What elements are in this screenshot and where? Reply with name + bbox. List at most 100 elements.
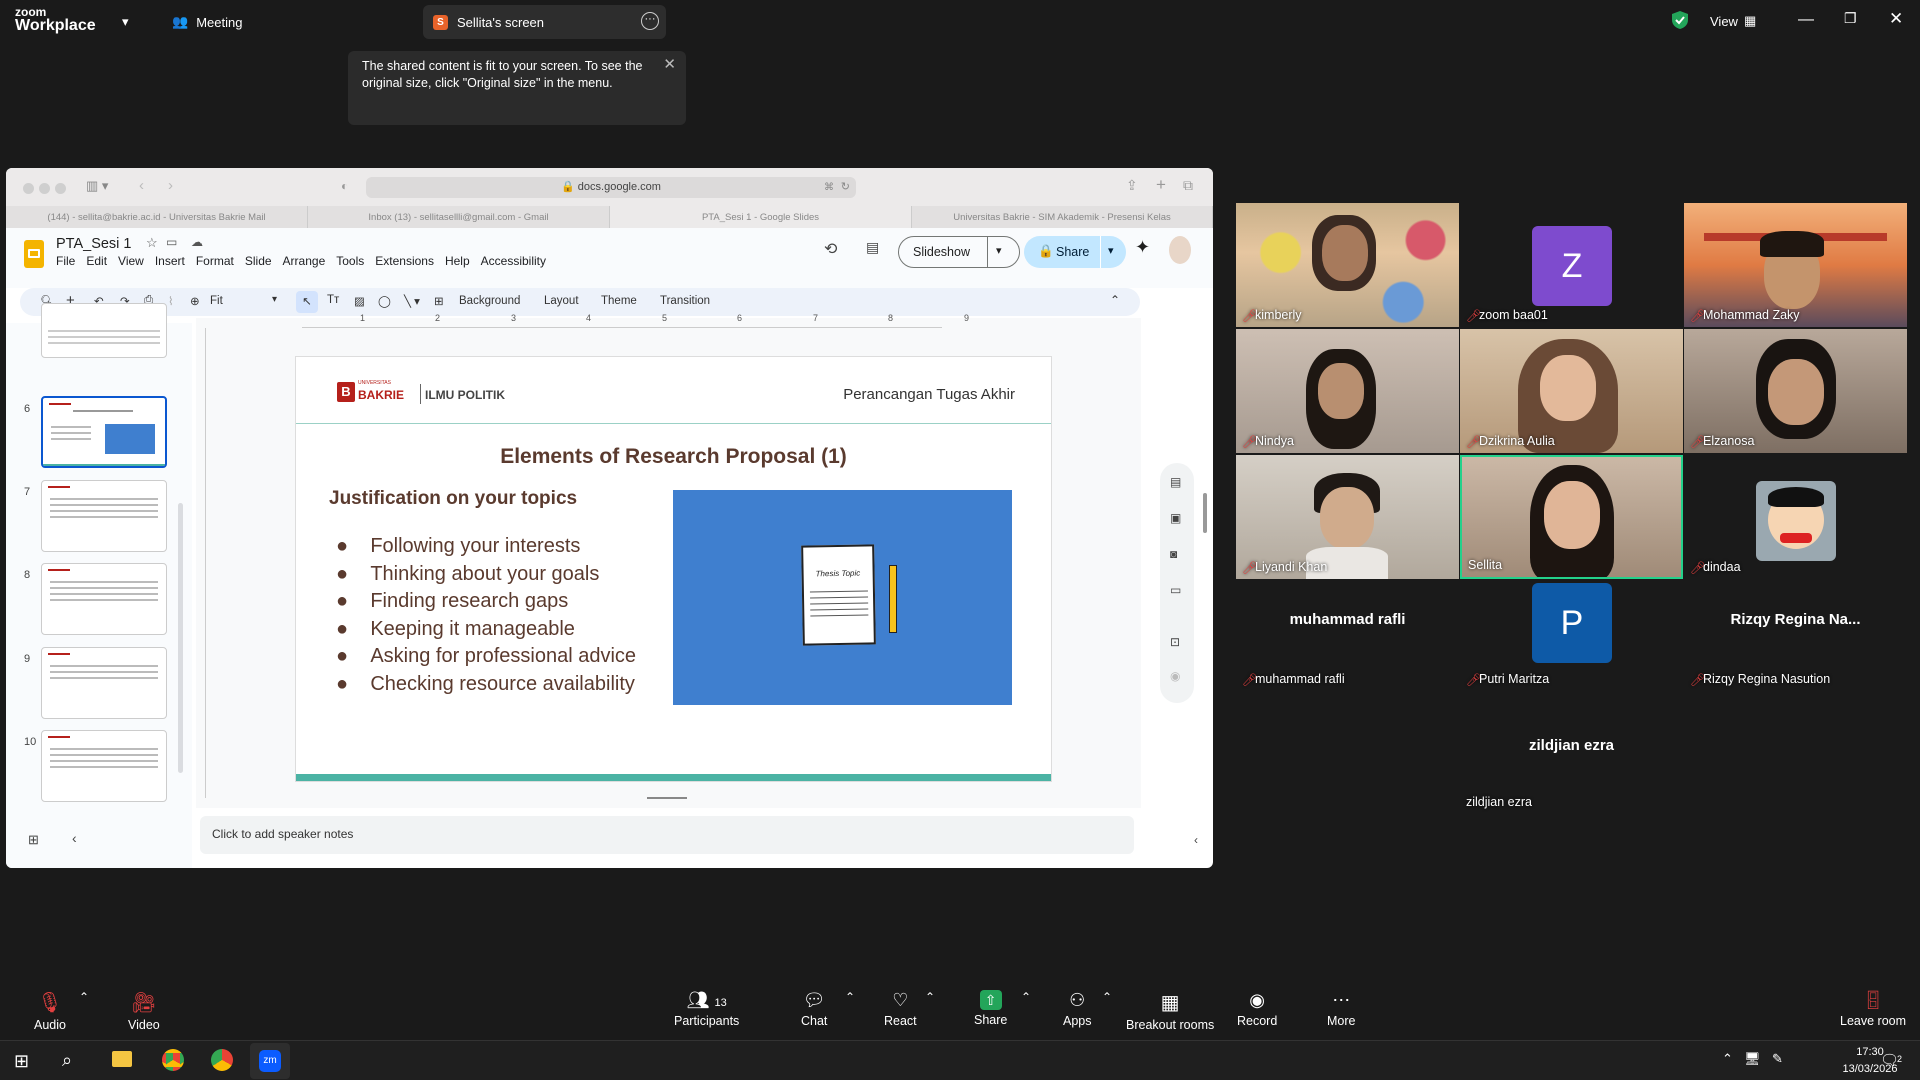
line-icon[interactable]: ╲ ▾	[404, 294, 420, 308]
browser-tab-gmail[interactable]: Inbox (13) - sellitasellli@gmail.com - G…	[308, 206, 610, 228]
menu-file[interactable]: File	[56, 254, 75, 268]
chevron-up-icon[interactable]: ⌃	[925, 990, 935, 1004]
keep-icon[interactable]: ▣	[1170, 511, 1181, 525]
video-tile[interactable]: 🎤︎ Dzikrina Aulia	[1460, 329, 1683, 453]
theme-button[interactable]: Theme	[601, 295, 637, 307]
address-bar[interactable]: 🔒 docs.google.com ⌘ ↻	[366, 177, 856, 198]
filmstrip-scrollbar[interactable]	[178, 503, 183, 773]
calendar-icon[interactable]: ▤	[1170, 475, 1181, 489]
comments-icon[interactable]: ▤	[866, 239, 879, 256]
text-box-icon[interactable]: Tт	[327, 294, 339, 306]
share-sheet-icon[interactable]: ⇪	[1126, 177, 1138, 194]
slide-thumb-6[interactable]	[41, 396, 167, 468]
chevron-up-icon[interactable]: ⌃	[79, 990, 89, 1004]
search-icon[interactable]: ⌕	[62, 1050, 72, 1071]
encryption-shield-icon[interactable]	[1672, 11, 1688, 29]
add-on-icon[interactable]: ⊡	[1170, 635, 1180, 649]
menu-accessibility[interactable]: Accessibility	[481, 254, 546, 268]
leave-room-button[interactable]: 🚪︎ Leave room	[1840, 990, 1906, 1028]
select-tool-icon[interactable]: ↖	[296, 291, 318, 313]
browser-tab-slides[interactable]: PTA_Sesi 1 - Google Slides	[610, 206, 912, 228]
chevron-up-icon[interactable]: ⌃	[1021, 990, 1031, 1004]
more-options-icon[interactable]: ···	[641, 12, 659, 30]
chrome-icon[interactable]	[162, 1049, 184, 1071]
collapse-panel-icon[interactable]: ‹	[72, 830, 77, 846]
chat-button[interactable]: 💬︎ Chat	[801, 990, 827, 1028]
slides-logo-icon[interactable]	[24, 240, 44, 268]
chevron-down-icon[interactable]: ▾	[122, 14, 129, 30]
zoom-workplace-logo[interactable]: zoom Workplace	[15, 6, 96, 34]
zoom-icon[interactable]: ⊕	[190, 294, 200, 308]
video-tile[interactable]: muhammad rafli 🎤︎ muhammad rafli	[1236, 581, 1459, 691]
minimize-button[interactable]: —	[1798, 11, 1814, 29]
audio-button[interactable]: 🎙︎ Audio	[34, 990, 66, 1032]
transition-button[interactable]: Transition	[660, 295, 710, 307]
chevron-up-icon[interactable]: ⌃	[1102, 990, 1112, 1004]
layout-button[interactable]: Layout	[544, 295, 579, 307]
reload-icon[interactable]: ↻	[841, 177, 850, 198]
browser-tab-sim[interactable]: Universitas Bakrie - SIM Akademik - Pres…	[912, 206, 1213, 228]
cloud-status-icon[interactable]: ☁	[191, 235, 203, 249]
drive-icon[interactable]: ▭	[1170, 583, 1181, 597]
slide-thumb-8[interactable]	[41, 563, 167, 635]
chevron-down-icon[interactable]: ▾	[996, 244, 1002, 257]
shape-icon[interactable]: ◯	[378, 294, 391, 308]
slide-thumb-10[interactable]	[41, 730, 167, 802]
network-icon[interactable]: 🖥︎	[1744, 1051, 1761, 1067]
more-button[interactable]: ⋯ More	[1327, 990, 1355, 1028]
menu-slide[interactable]: Slide	[245, 254, 272, 268]
window-close-dot[interactable]	[23, 183, 34, 194]
breakout-rooms-button[interactable]: ▦ Breakout rooms	[1126, 990, 1214, 1032]
share-doc-button[interactable]: 🔒 Share ▾	[1024, 236, 1126, 268]
browser-tab-mail[interactable]: (144) - sellita@bakrie.ac.id - Universit…	[6, 206, 308, 228]
share-tab[interactable]: S Sellita's screen ···	[423, 5, 666, 39]
menu-extensions[interactable]: Extensions	[375, 254, 434, 268]
gemini-sparkle-icon[interactable]: ✦	[1135, 237, 1150, 258]
new-tab-icon[interactable]: +	[1156, 175, 1166, 195]
video-tile[interactable]: 🎤︎ Liyandi Khan	[1236, 455, 1459, 579]
menu-edit[interactable]: Edit	[86, 254, 107, 268]
chevron-down-icon[interactable]: ▾	[1108, 244, 1114, 257]
file-explorer-icon[interactable]	[112, 1051, 132, 1067]
video-tile[interactable]: 🎤︎ dindaa	[1684, 455, 1907, 579]
menu-tools[interactable]: Tools	[336, 254, 364, 268]
slide-thumb-7[interactable]	[41, 480, 167, 552]
expand-panel-icon[interactable]: ‹	[1194, 833, 1198, 847]
window-min-dot[interactable]	[39, 183, 50, 194]
meeting-menu[interactable]: 👥 Meeting	[172, 14, 242, 30]
paint-format-icon[interactable]: ⌇	[168, 294, 174, 308]
window-max-dot[interactable]	[55, 183, 66, 194]
star-icon[interactable]: ☆	[146, 235, 158, 251]
translate-icon[interactable]: ⌘	[824, 177, 834, 198]
notes-drag-handle[interactable]	[647, 797, 687, 799]
privacy-icon[interactable]: ◐	[341, 179, 348, 193]
forward-icon[interactable]: ›	[168, 177, 173, 194]
speaker-notes[interactable]: Click to add speaker notes	[200, 816, 1134, 854]
video-tile[interactable]: P 🎤︎ Putri Maritza	[1460, 581, 1683, 691]
participants-button[interactable]: 👥︎ 13 Participants	[674, 990, 739, 1028]
record-button[interactable]: ◉ Record	[1237, 990, 1277, 1028]
video-tile[interactable]: Z 🎤︎ zoom baa01	[1460, 203, 1683, 327]
video-tile[interactable]: 🎤︎ kimberly	[1236, 203, 1459, 327]
react-button[interactable]: ♡ React	[884, 990, 917, 1028]
tab-overview-icon[interactable]: ⧉	[1183, 177, 1193, 194]
account-avatar[interactable]	[1169, 236, 1191, 264]
menu-format[interactable]: Format	[196, 254, 234, 268]
close-icon[interactable]: ✕	[663, 56, 676, 73]
maps-icon[interactable]: ◉	[1170, 669, 1180, 683]
back-icon[interactable]: ‹	[139, 177, 144, 194]
video-tile-active-speaker[interactable]: Sellita	[1460, 455, 1683, 579]
chevron-down-icon[interactable]: ▾	[272, 294, 277, 305]
menu-help[interactable]: Help	[445, 254, 470, 268]
windows-start-icon[interactable]: ⊞	[14, 1051, 29, 1072]
menu-view[interactable]: View	[118, 254, 144, 268]
slide-thumb-9[interactable]	[41, 647, 167, 719]
video-tile[interactable]: Rizqy Regina Na... 🎤︎ Rizqy Regina Nasuti…	[1684, 581, 1907, 691]
zoom-level[interactable]: Fit	[210, 295, 223, 307]
close-button[interactable]: ✕	[1889, 9, 1903, 29]
chevron-up-icon[interactable]: ⌃	[845, 990, 855, 1004]
menu-arrange[interactable]: Arrange	[283, 254, 326, 268]
move-folder-icon[interactable]: ▭	[166, 235, 177, 249]
view-button[interactable]: View ▦	[1710, 13, 1756, 29]
current-slide[interactable]: B UNIVERSITAS BAKRIE ILMU POLITIK Peranc…	[296, 357, 1051, 781]
